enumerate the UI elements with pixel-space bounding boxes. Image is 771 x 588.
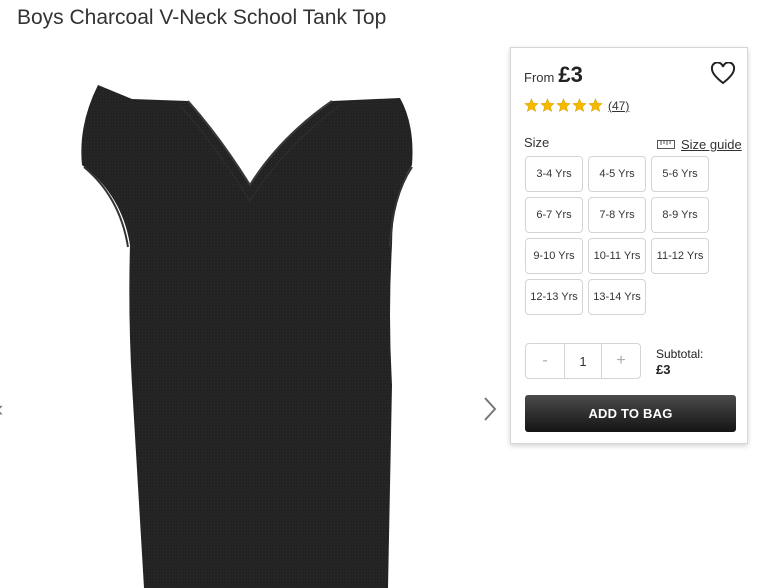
size-option[interactable]: 11-12 Yrs — [651, 238, 709, 274]
size-option[interactable]: 6-7 Yrs — [525, 197, 583, 233]
quantity-increase-button[interactable]: + — [602, 344, 640, 378]
size-option[interactable]: 8-9 Yrs — [651, 197, 709, 233]
quantity-stepper: - 1 + — [525, 343, 641, 379]
star-icon — [524, 98, 539, 112]
size-guide-link[interactable]: Size guide — [657, 137, 742, 152]
star-icon — [572, 98, 587, 112]
review-count-link[interactable]: (47) — [608, 99, 629, 113]
star-icon — [556, 98, 571, 112]
star-icon — [588, 98, 603, 112]
size-option[interactable]: 7-8 Yrs — [588, 197, 646, 233]
size-options: 3-4 Yrs 4-5 Yrs 5-6 Yrs 6-7 Yrs 7-8 Yrs 8-9 Y… — [525, 156, 709, 315]
product-gallery: ‹ — [0, 40, 505, 588]
size-option[interactable]: 13-14 Yrs — [588, 279, 646, 315]
size-option[interactable]: 9-10 Yrs — [525, 238, 583, 274]
ruler-icon — [657, 140, 675, 149]
heart-icon[interactable] — [710, 61, 736, 86]
size-option[interactable]: 4-5 Yrs — [588, 156, 646, 192]
size-option[interactable]: 10-11 Yrs — [588, 238, 646, 274]
quantity-input[interactable]: 1 — [564, 344, 602, 378]
star-icon — [540, 98, 555, 112]
price: £3 — [558, 62, 583, 87]
product-title: Boys Charcoal V-Neck School Tank Top — [17, 6, 387, 29]
quantity-decrease-button[interactable]: - — [526, 344, 564, 378]
add-to-bag-button[interactable]: ADD TO BAG — [525, 395, 736, 432]
subtotal-value: £3 — [656, 362, 671, 377]
star-rating — [524, 98, 603, 113]
size-option[interactable]: 3-4 Yrs — [525, 156, 583, 192]
chevron-left-icon[interactable]: ‹ — [0, 396, 8, 422]
from-label: From — [524, 70, 555, 85]
size-label: Size — [524, 135, 550, 150]
subtotal: Subtotal: £3 — [656, 346, 703, 378]
size-option[interactable]: 12-13 Yrs — [525, 279, 583, 315]
size-option[interactable]: 5-6 Yrs — [651, 156, 709, 192]
tank-top-image — [81, 85, 413, 588]
rating: (47) — [524, 98, 629, 113]
subtotal-label: Subtotal: — [656, 347, 704, 361]
purchase-panel: From £3 (47) Size Size guide 3-4 Yrs 4-5 Y… — [510, 47, 748, 444]
size-guide-label: Size guide — [681, 137, 742, 152]
chevron-right-icon[interactable] — [480, 395, 500, 423]
price-row: From £3 — [524, 62, 583, 88]
